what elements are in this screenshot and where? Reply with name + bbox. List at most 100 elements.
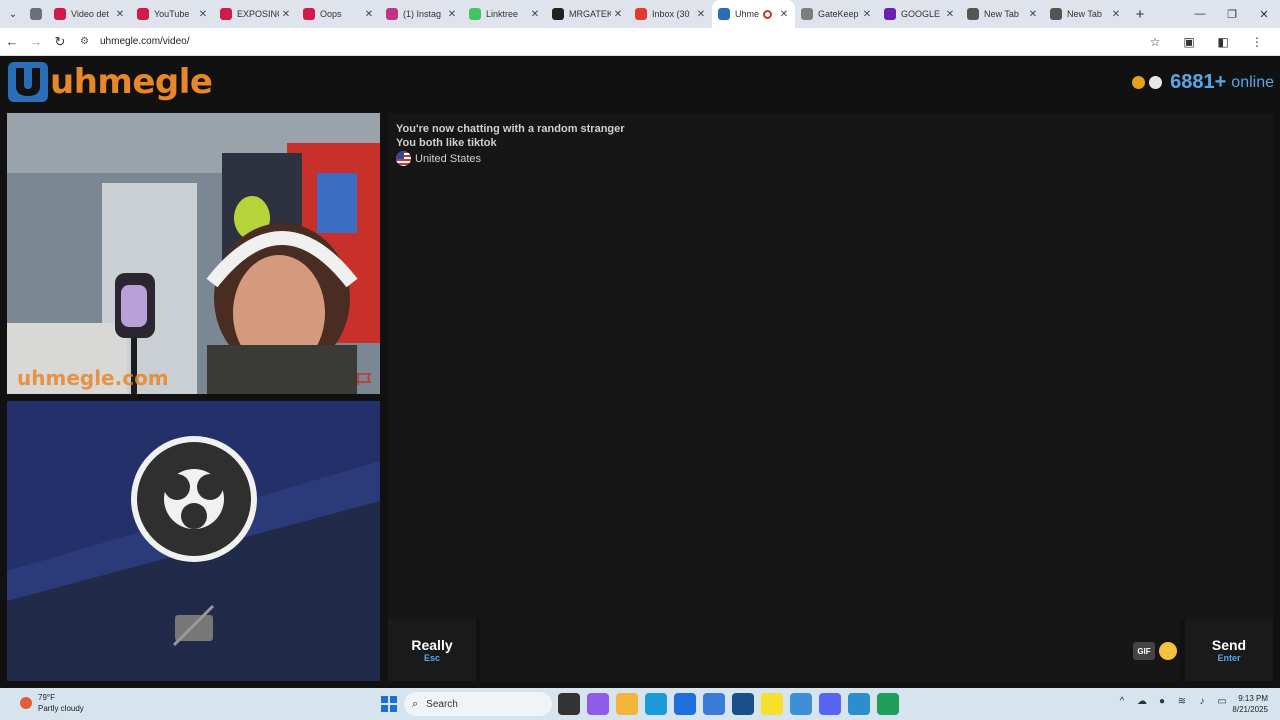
tab-favicon-icon	[469, 8, 481, 20]
browser-tab[interactable]: Oops ✕	[297, 0, 380, 28]
mic-icon[interactable]: ●	[1152, 696, 1172, 707]
skip-button[interactable]: Really Esc	[388, 619, 476, 681]
app-icon[interactable]	[848, 693, 870, 715]
tab-active[interactable]: Uhme ✕	[712, 0, 795, 28]
browser-tab[interactable]: YouTube ✕	[131, 0, 214, 28]
sidebar-icon[interactable]: ◧	[1206, 35, 1240, 49]
browser-tab[interactable]: (1) Instag ✕	[380, 0, 463, 28]
system-message: You're now chatting with a random strang…	[396, 123, 625, 135]
tab-favicon-icon	[303, 8, 315, 20]
tab-close-icon[interactable]: ✕	[611, 9, 625, 20]
emoji-picker-icon[interactable]	[1159, 642, 1177, 660]
tab-title: Uhme	[735, 9, 760, 19]
tab-close-icon[interactable]: ✕	[196, 9, 210, 20]
browser-tab[interactable]	[26, 0, 48, 28]
minimize-icon[interactable]: —	[1184, 0, 1216, 28]
browser-tab[interactable]: GOOGLE ✕	[878, 0, 961, 28]
close-window-icon[interactable]: ✕	[1248, 0, 1280, 28]
window-controls: — ❐ ✕	[1184, 0, 1280, 28]
browser-tab[interactable]: Inbox (30 ✕	[629, 0, 712, 28]
extension-icon[interactable]: ▣	[1172, 35, 1206, 49]
tab-close-icon[interactable]: ✕	[860, 9, 874, 20]
report-flag-icon[interactable]	[356, 372, 372, 386]
gif-button[interactable]: GIF	[1133, 642, 1155, 660]
tab-close-icon[interactable]: ✕	[279, 9, 293, 20]
browser-tab[interactable]: MRGATEK ✕	[546, 0, 629, 28]
menu-icon[interactable]: ⋮	[1240, 35, 1274, 49]
system-tray: ^ ☁ ● ≋ ♪ ▭	[1112, 696, 1232, 707]
browser-tab[interactable]: EXPOSING✕	[214, 0, 297, 28]
recording-icon	[763, 9, 772, 19]
new-tab-button[interactable]: +	[1127, 6, 1153, 23]
tab-close-icon[interactable]: ✕	[777, 9, 791, 20]
photoshop-icon[interactable]	[732, 693, 754, 715]
tab-close-icon[interactable]: ✕	[943, 9, 957, 20]
tab-search-icon[interactable]: ⌄	[0, 0, 26, 28]
dropbox-icon[interactable]	[674, 693, 696, 715]
tab-close-icon[interactable]: ✕	[362, 9, 376, 20]
snapchat-icon[interactable]	[761, 693, 783, 715]
browser-tab[interactable]: Video det ✕	[48, 0, 131, 28]
tab-close-icon[interactable]: ✕	[113, 9, 127, 20]
us-flag-icon	[396, 151, 411, 166]
message-input[interactable]	[480, 619, 1180, 681]
weather-widget[interactable]: 79°F Partly cloudy	[20, 692, 84, 714]
send-button[interactable]: Send Enter	[1185, 619, 1273, 681]
browser-tab[interactable]: New Tab ✕	[1044, 0, 1127, 28]
site-info-icon[interactable]: ⚙	[80, 36, 96, 47]
time: 9:13 PM	[1238, 694, 1268, 703]
tab-title: New Tab	[984, 9, 1019, 19]
taskbar-apps	[558, 693, 906, 715]
camera-off-icon[interactable]	[171, 603, 217, 647]
clock[interactable]: 9:13 PM 8/21/2025	[1232, 693, 1268, 715]
volume-icon[interactable]: ♪	[1192, 696, 1212, 707]
tab-close-icon[interactable]: ✕	[1109, 9, 1123, 20]
logo-text: uhmegle	[50, 62, 213, 102]
store-icon[interactable]	[703, 693, 725, 715]
address-bar[interactable]: ⚙ uhmegle.com/video/	[80, 31, 1180, 53]
tab-close-icon[interactable]: ✕	[694, 9, 708, 20]
back-icon[interactable]: ←	[0, 34, 24, 49]
tab-favicon-icon	[884, 8, 896, 20]
file-explorer-icon[interactable]	[616, 693, 638, 715]
browser-tab[interactable]: New Tab ✕	[961, 0, 1044, 28]
tab-title: MRGATEK	[569, 9, 611, 19]
task-view-icon[interactable]	[558, 693, 580, 715]
cloud-icon[interactable]: ☁	[1132, 696, 1152, 707]
temperature: 79°F	[38, 693, 55, 702]
tab-close-icon[interactable]: ✕	[528, 9, 542, 20]
theme-toggle-icon[interactable]	[1149, 76, 1163, 89]
browser-tab[interactable]: Linktree ✕	[463, 0, 546, 28]
stranger-video-frame	[7, 113, 380, 394]
tab-title: EXPOSING	[237, 9, 279, 19]
copilot-icon[interactable]	[587, 693, 609, 715]
send-label: Send	[1211, 637, 1247, 653]
chat-controls: Really Esc GIF Send Enter	[388, 619, 1273, 681]
start-button[interactable]	[381, 696, 397, 712]
weather-condition: Partly cloudy	[38, 704, 84, 713]
tab-favicon-icon	[137, 8, 149, 20]
app-icon[interactable]	[877, 693, 899, 715]
system-message: You both like tiktok	[396, 137, 497, 149]
chrome-icon[interactable]	[790, 693, 812, 715]
reload-icon[interactable]: ↻	[48, 34, 72, 50]
online-label: online	[1231, 73, 1274, 91]
discord-icon[interactable]	[819, 693, 841, 715]
restore-icon[interactable]: ❐	[1216, 0, 1248, 28]
tab-favicon-icon	[552, 8, 564, 20]
search-icon: ⌕	[412, 697, 419, 710]
browser-tab[interactable]: GateKeep ✕	[795, 0, 878, 28]
taskbar-search[interactable]: ⌕ Search	[404, 692, 552, 716]
tab-title: New Tab	[1067, 9, 1102, 19]
forward-icon[interactable]: →	[24, 34, 48, 49]
battery-icon[interactable]: ▭	[1212, 696, 1232, 707]
tab-close-icon[interactable]: ✕	[1026, 9, 1040, 20]
site-logo[interactable]: uhmegle	[8, 62, 213, 102]
edge-icon[interactable]	[645, 693, 667, 715]
chevron-up-icon[interactable]: ^	[1112, 696, 1132, 707]
uhmegle-page: uhmegle 6881+ online uhmegle.com You're …	[0, 57, 1280, 688]
wifi-icon[interactable]: ≋	[1172, 696, 1192, 707]
bookmark-star-icon[interactable]: ☆	[1138, 35, 1172, 49]
tab-favicon-icon	[635, 8, 647, 20]
tab-close-icon[interactable]: ✕	[445, 9, 459, 20]
